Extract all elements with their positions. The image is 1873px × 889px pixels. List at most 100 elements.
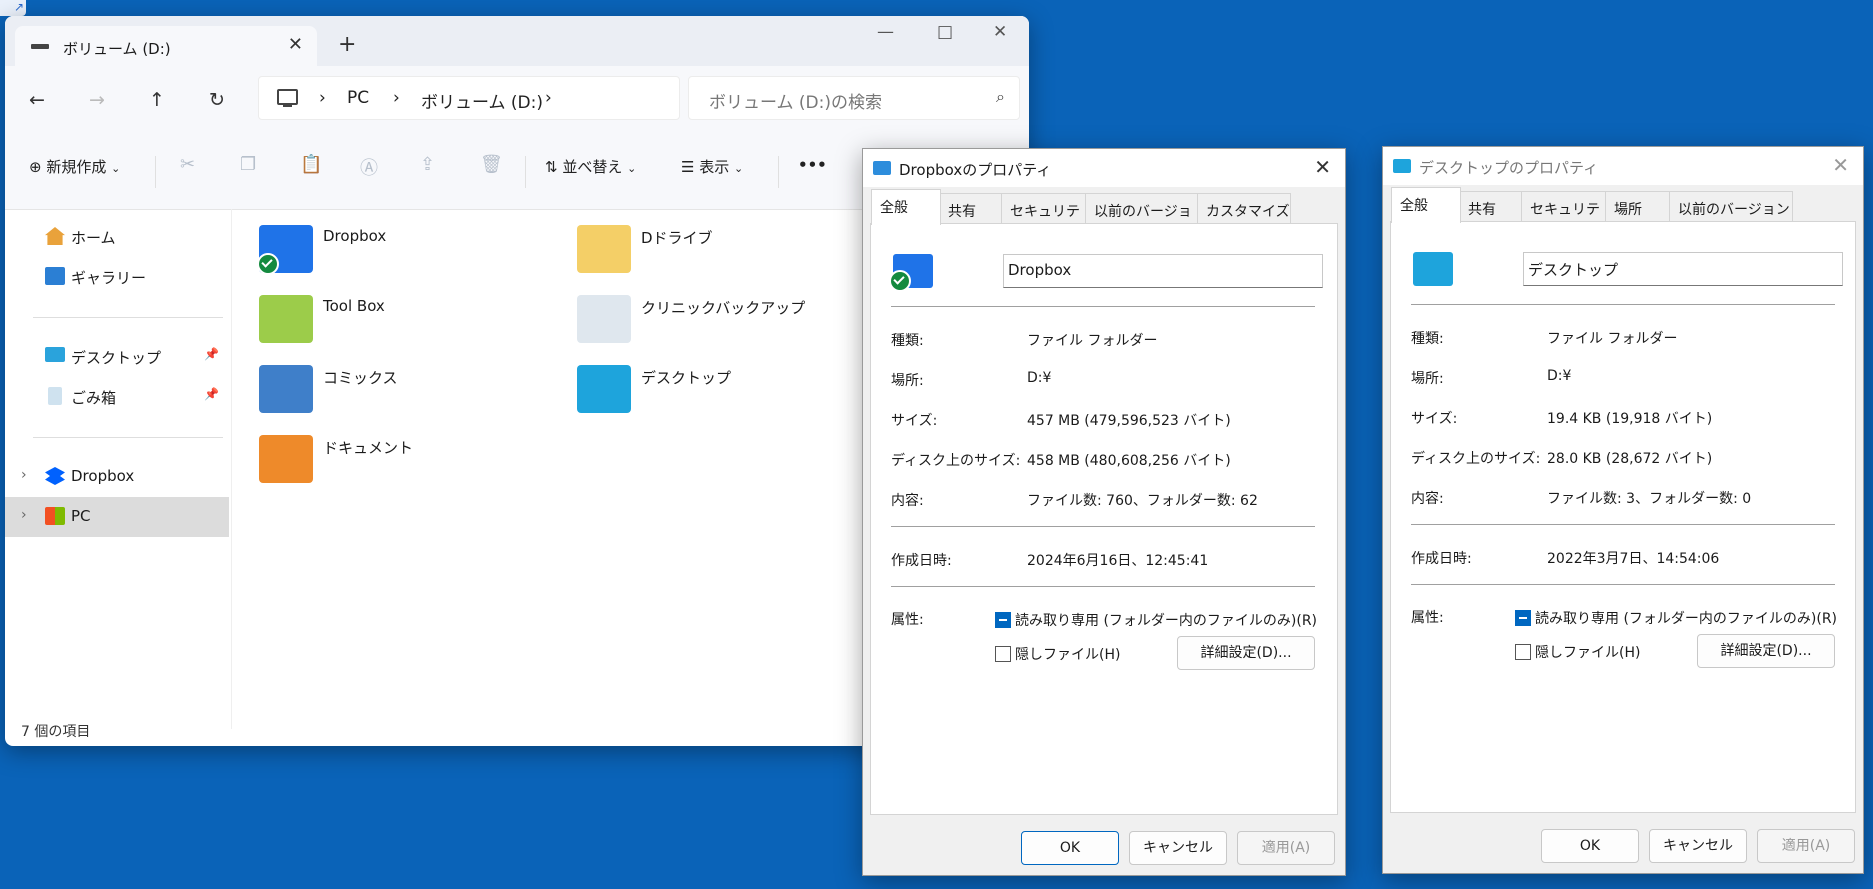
general-panel: デスクトップ 種類: ファイル フォルダー 場所: D:¥ サイズ: 19.4 … [1390, 221, 1856, 813]
plus-circle-icon: ⊕ [29, 158, 42, 176]
cancel-button[interactable]: キャンセル [1649, 829, 1747, 863]
sidebar-item-desktop[interactable]: デスクトップ 📌 [5, 337, 229, 377]
new-tab-button[interactable]: + [338, 32, 356, 57]
tab-sharing[interactable]: 共有 [939, 193, 1003, 224]
cut-icon[interactable]: ✂ [180, 154, 195, 175]
tab-security[interactable]: セキュリティ [1521, 191, 1607, 238]
ok-button[interactable]: OK [1541, 829, 1639, 863]
forward-button[interactable]: → [89, 89, 105, 111]
tab-location[interactable]: 場所 [1605, 191, 1671, 222]
hidden-checkbox[interactable] [1515, 644, 1531, 660]
status-bar-item-count: 7 個の項目 [21, 724, 91, 740]
tab-previous-versions[interactable]: 以前のバージョン [1669, 191, 1793, 222]
sidebar-item-pc[interactable]: › PC [5, 497, 229, 537]
separator [1411, 304, 1835, 305]
tab-previous-versions[interactable]: 以前のバージョン [1085, 193, 1199, 240]
close-window-button[interactable]: ✕ [993, 22, 1007, 42]
folder-name-field[interactable]: デスクトップ [1523, 252, 1843, 286]
recycle-bin-icon [48, 387, 62, 405]
sidebar-divider [33, 317, 223, 318]
chevron-right-icon[interactable]: › [21, 467, 27, 483]
title-bar: ボリューム (D:) ✕ + — □ ✕ [5, 16, 1029, 66]
tab-general[interactable]: 全般 [1391, 187, 1461, 223]
list-item[interactable]: Tool Box [231, 287, 541, 353]
back-button[interactable]: ← [29, 89, 45, 111]
readonly-checkbox[interactable] [995, 612, 1011, 628]
hidden-label[interactable]: 隠しファイル(H) [1535, 642, 1640, 662]
dialog-title: Dropboxのプロパティ [899, 161, 1052, 179]
list-item[interactable]: コミックス [231, 357, 541, 423]
pin-icon[interactable]: 📌 [204, 387, 219, 401]
dialog-title-bar: Dropboxのプロパティ ✕ [863, 149, 1345, 187]
chevron-right-icon[interactable]: › [319, 88, 326, 108]
apply-button[interactable]: 適用(A) [1757, 829, 1855, 863]
sidebar-label: PC [71, 507, 91, 525]
view-button[interactable]: ☰ 表示 ⌄ [681, 156, 743, 177]
close-tab-icon[interactable]: ✕ [288, 34, 303, 55]
sort-icon: ⇅ [545, 158, 558, 176]
pin-icon[interactable]: 📌 [204, 347, 219, 361]
address-bar[interactable]: › PC › ボリューム (D:) › [258, 76, 680, 120]
minimize-button[interactable]: — [877, 22, 894, 42]
readonly-label[interactable]: 読み取り専用 (フォルダー内のファイルのみ)(R) [1015, 610, 1317, 630]
hidden-checkbox[interactable] [995, 646, 1011, 662]
chevron-right-icon[interactable]: › [21, 507, 27, 523]
sidebar-item-dropbox[interactable]: › Dropbox [5, 457, 229, 497]
folder-name-value: Dropbox [1008, 261, 1072, 279]
tab-general[interactable]: 全般 [871, 189, 941, 225]
share-icon[interactable]: ⇪ [420, 154, 435, 175]
sidebar-item-gallery[interactable]: ギャラリー [5, 257, 229, 297]
close-icon[interactable]: ✕ [1832, 153, 1849, 177]
readonly-checkbox[interactable] [1515, 610, 1531, 626]
close-icon[interactable]: ✕ [1314, 155, 1331, 179]
sync-ok-icon [257, 253, 279, 275]
type-value: ファイル フォルダー [1547, 331, 1678, 347]
sort-button[interactable]: ⇅ 並べ替え ⌄ [545, 156, 636, 177]
desktop-folder-icon [577, 365, 631, 413]
created-value: 2022年3月7日、14:54:06 [1547, 551, 1720, 567]
paste-icon[interactable]: 📋 [300, 154, 322, 175]
cancel-button[interactable]: キャンセル [1129, 831, 1227, 865]
list-item[interactable]: Dドライブ [549, 217, 859, 283]
maximize-button[interactable]: □ [937, 22, 953, 42]
list-item[interactable]: デスクトップ [549, 357, 859, 423]
up-button[interactable]: ↑ [149, 89, 165, 111]
folder-name-value: デスクトップ [1528, 261, 1619, 279]
breadcrumb-pc[interactable]: PC [347, 88, 369, 108]
size-label: サイズ: [1411, 411, 1458, 427]
list-item[interactable]: Dropbox [231, 217, 541, 283]
tab-volume-d[interactable]: ボリューム (D:) ✕ [15, 26, 317, 66]
sidebar-item-home[interactable]: ホーム [5, 217, 229, 257]
more-options-button[interactable]: ••• [798, 156, 827, 174]
readonly-label[interactable]: 読み取り専用 (フォルダー内のファイルのみ)(R) [1535, 608, 1837, 628]
breadcrumb-volume[interactable]: ボリューム (D:) [421, 88, 543, 113]
advanced-button[interactable]: 詳細設定(D)... [1697, 634, 1835, 668]
contents-value: ファイル数: 760、フォルダー数: 62 [1027, 493, 1258, 509]
delete-icon[interactable]: 🗑 [480, 154, 503, 175]
rename-icon[interactable]: Ⓐ [360, 154, 378, 180]
list-item[interactable]: ドキュメント [231, 427, 541, 493]
file-name: ドキュメント [323, 439, 414, 457]
sidebar-label: Dropbox [71, 467, 135, 485]
chevron-right-icon[interactable]: › [393, 88, 400, 108]
tab-customize[interactable]: カスタマイズ [1197, 193, 1291, 224]
chevron-right-icon[interactable]: › [545, 88, 552, 108]
advanced-button[interactable]: 詳細設定(D)... [1177, 636, 1315, 670]
ok-button[interactable]: OK [1021, 831, 1119, 865]
folder-name-field[interactable]: Dropbox [1003, 254, 1323, 288]
location-value: D:¥ [1027, 370, 1052, 386]
disk-size-label: ディスク上のサイズ: [1411, 451, 1541, 467]
search-box[interactable]: ボリューム (D:)の検索 ⌕ [688, 76, 1020, 120]
location-label: 場所: [891, 373, 924, 389]
copy-icon[interactable]: ❐ [240, 154, 256, 175]
apply-button[interactable]: 適用(A) [1237, 831, 1335, 865]
new-button[interactable]: ⊕ 新規作成 ⌄ [29, 156, 120, 177]
sidebar-item-recycle-bin[interactable]: ごみ箱 📌 [5, 377, 229, 417]
hidden-label[interactable]: 隠しファイル(H) [1015, 644, 1120, 664]
tab-sharing[interactable]: 共有 [1459, 191, 1523, 222]
tab-security[interactable]: セキュリティ [1001, 193, 1087, 240]
desktop-shortcut-corner: ↗ [0, 0, 26, 16]
refresh-button[interactable]: ↻ [209, 89, 225, 111]
contents-label: 内容: [1411, 491, 1444, 507]
list-item[interactable]: クリニックバックアップ [549, 287, 859, 353]
